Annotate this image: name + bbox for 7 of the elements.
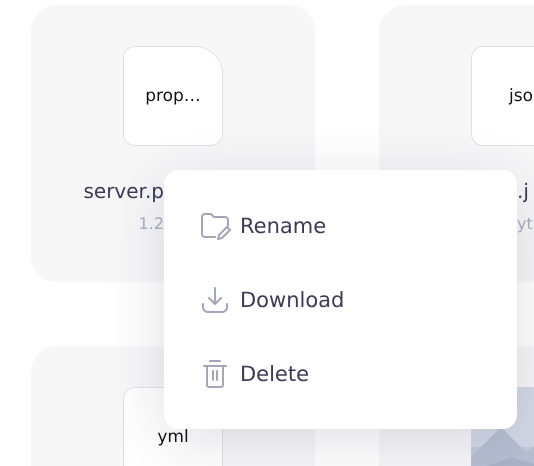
- file-name: .j: [517, 179, 529, 203]
- file-size: 1.2: [138, 214, 164, 232]
- file-size: yt: [517, 214, 533, 232]
- file-type-label: prop…: [145, 86, 201, 106]
- file-name: server.p: [83, 179, 164, 203]
- file-type-label: jso: [509, 86, 533, 106]
- file-type-label: yml: [157, 427, 189, 447]
